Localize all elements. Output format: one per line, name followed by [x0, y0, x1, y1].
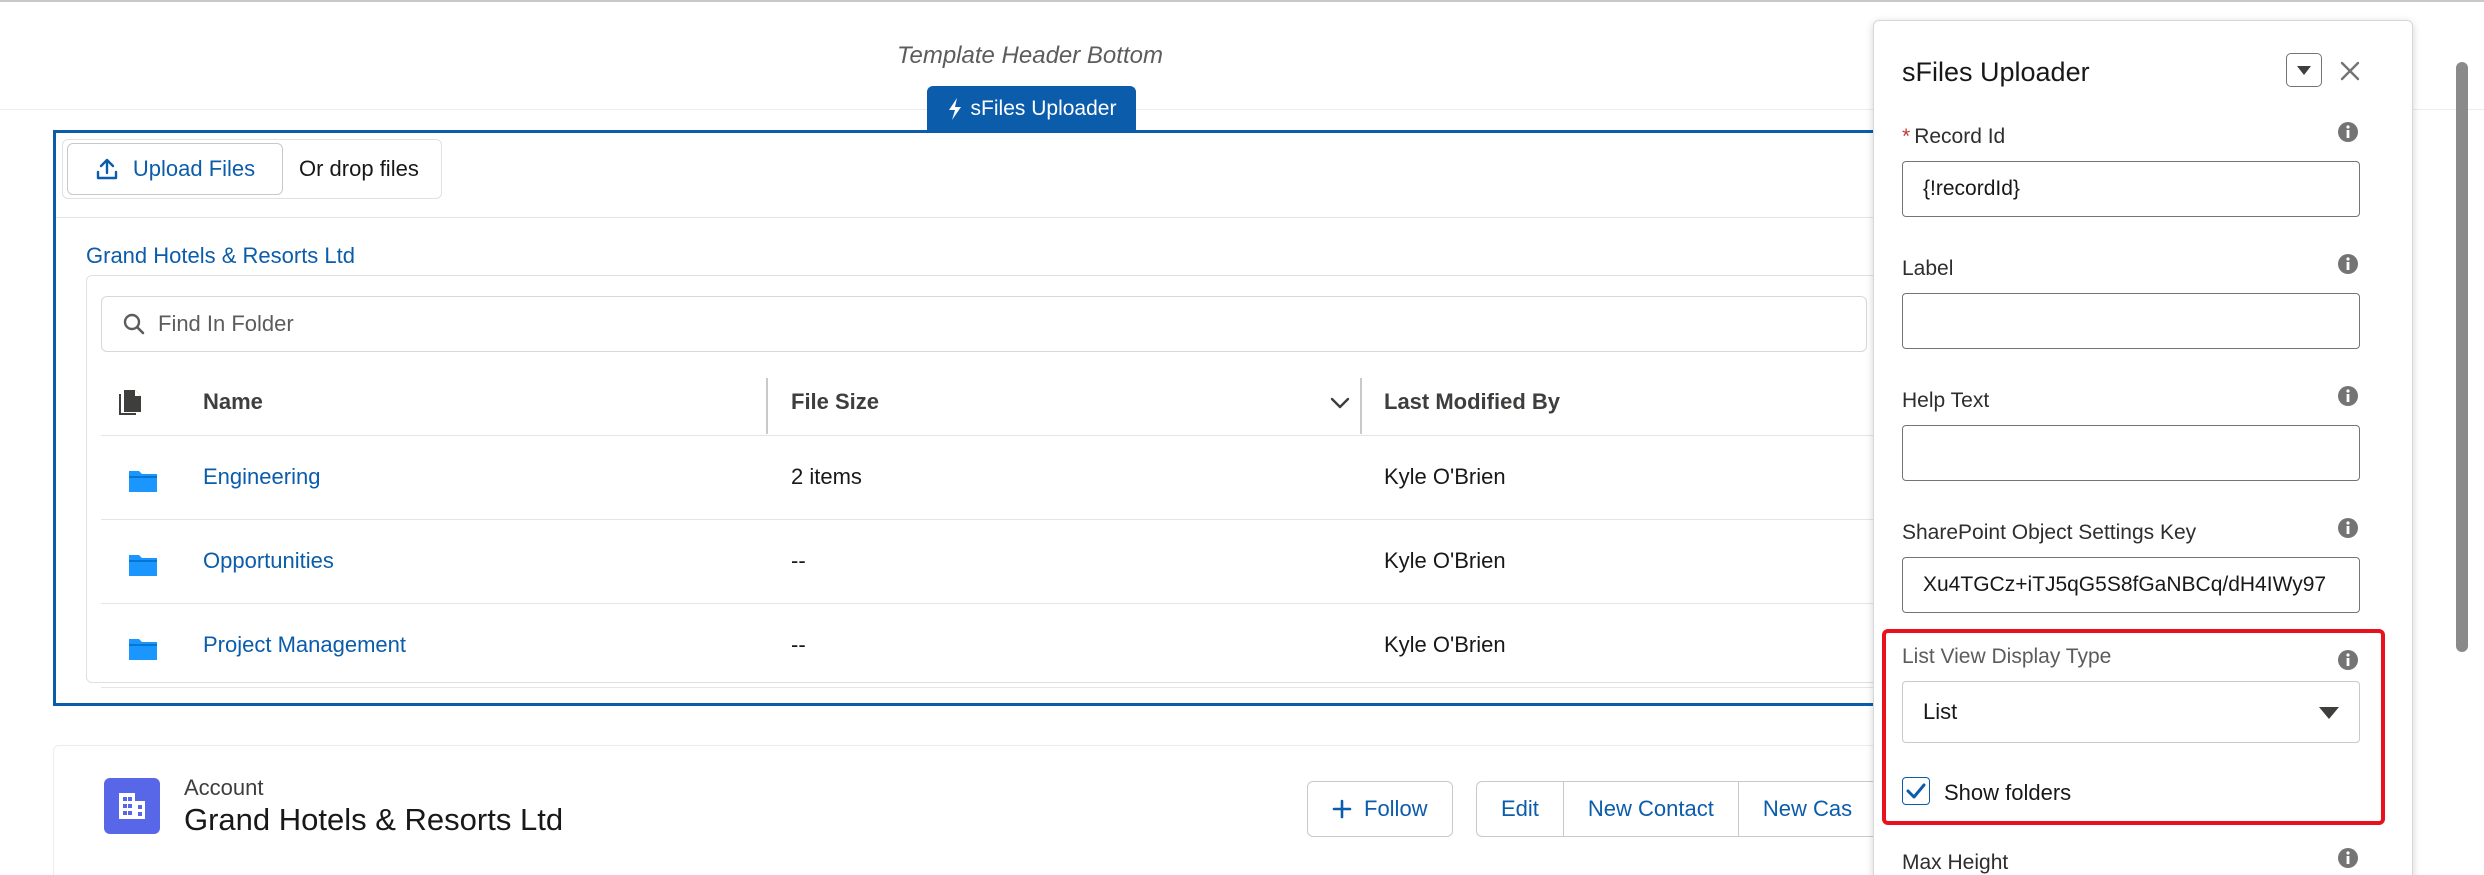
component-properties-panel: sFiles Uploader *Record Id Label Help Te… [1873, 20, 2413, 875]
upload-files-label: Upload Files [132, 156, 256, 181]
account-header-card: Account Grand Hotels & Resorts Ltd Follo… [53, 745, 1953, 875]
info-icon[interactable] [2337, 385, 2359, 407]
upload-bar: Upload Files Or drop files [62, 139, 442, 199]
plus-icon [1332, 799, 1352, 819]
checkmark-icon [1906, 783, 1926, 799]
edit-button[interactable]: Edit [1477, 782, 1563, 836]
follow-button-group: Follow [1307, 781, 1453, 837]
display-type-value: List [1923, 699, 1958, 724]
lightning-icon [948, 98, 961, 120]
column-header-name[interactable]: Name [203, 368, 263, 436]
chevron-down-icon[interactable] [1329, 392, 1351, 414]
record-type-label: Account [184, 775, 264, 800]
info-icon[interactable] [2337, 517, 2359, 539]
documents-icon [119, 390, 141, 415]
new-contact-button[interactable]: New Contact [1562, 782, 1738, 836]
info-icon[interactable] [2337, 649, 2359, 671]
upload-files-button[interactable]: Upload Files [67, 143, 283, 195]
search-input[interactable] [158, 311, 1758, 337]
folder-name-link[interactable]: Engineering [203, 464, 320, 490]
last-modified-by: Kyle O'Brien [1384, 632, 1506, 657]
column-header-file-size[interactable]: File Size [791, 368, 879, 436]
folder-panel: Name File Size Last Modified By Engineer… [86, 275, 1957, 688]
file-size: -- [791, 548, 806, 573]
settings-key-label: SharePoint Object Settings Key [1902, 521, 2197, 544]
display-type-label: List View Display Type [1902, 645, 2112, 668]
last-modified-by: Kyle O'Brien [1384, 548, 1506, 573]
search-icon [123, 313, 145, 335]
label-field-label: Label [1902, 257, 1954, 280]
caret-down-icon [2319, 707, 2339, 719]
show-folders-checkbox[interactable] [1902, 777, 1930, 805]
table-row[interactable]: Opportunities -- Kyle O'Brien [101, 520, 1957, 604]
action-button-group: Edit New Contact New Cas [1476, 781, 1877, 837]
building-icon [119, 793, 145, 819]
table-row[interactable]: Engineering 2 items Kyle O'Brien [101, 436, 1957, 520]
close-button[interactable] [2334, 55, 2366, 87]
uploader-component: Upload Files Or drop files Grand Hotels … [53, 130, 1957, 706]
collapse-button[interactable] [2286, 53, 2322, 87]
label-input[interactable] [1902, 293, 2360, 349]
record-id-label: * Record Id [1902, 125, 2006, 148]
folder-name-link[interactable]: Opportunities [203, 548, 334, 574]
component-tab[interactable]: sFiles Uploader [927, 86, 1136, 132]
select-all-files-header[interactable] [117, 368, 143, 436]
column-resizer[interactable] [1360, 378, 1362, 434]
follow-label: Follow [1364, 796, 1428, 821]
new-case-button[interactable]: New Cas [1737, 782, 1876, 836]
table-header: Name File Size Last Modified By [101, 368, 1957, 436]
display-type-select[interactable]: List [1902, 681, 2360, 743]
settings-key-input[interactable] [1902, 557, 2360, 613]
folder-icon [129, 639, 157, 660]
folder-name-link[interactable]: Project Management [203, 632, 406, 658]
info-icon[interactable] [2337, 253, 2359, 275]
column-resizer[interactable] [766, 378, 768, 434]
info-icon[interactable] [2337, 121, 2359, 143]
record-name: Grand Hotels & Resorts Ltd [184, 802, 564, 837]
folder-icon [129, 555, 157, 576]
divider [56, 217, 1956, 218]
breadcrumb[interactable]: Grand Hotels & Resorts Ltd [86, 243, 355, 269]
max-height-label: Max Height [1902, 851, 2009, 874]
show-folders-label: Show folders [1944, 780, 2072, 805]
help-text-label: Help Text [1902, 389, 1990, 412]
caret-down-icon [2297, 66, 2311, 75]
panel-title: sFiles Uploader [1902, 57, 2090, 87]
follow-button[interactable]: Follow [1308, 782, 1452, 836]
file-size: -- [791, 632, 806, 657]
required-marker: * [1902, 125, 1911, 148]
component-tab-label: sFiles Uploader [970, 97, 1117, 120]
account-icon [104, 778, 160, 834]
upload-icon [96, 158, 118, 180]
file-size: 2 items [791, 464, 862, 489]
folder-icon [129, 471, 157, 492]
column-header-last-modified[interactable]: Last Modified By [1384, 368, 1560, 436]
record-id-input[interactable] [1902, 161, 2360, 217]
close-icon [2340, 61, 2360, 81]
table-row[interactable]: Project Management -- Kyle O'Brien [101, 604, 1957, 688]
last-modified-by: Kyle O'Brien [1384, 464, 1506, 489]
scrollbar-thumb[interactable] [2456, 62, 2468, 652]
template-header-title: Template Header Bottom [897, 42, 1163, 69]
info-icon[interactable] [2337, 847, 2359, 869]
drop-files-text: Or drop files [299, 156, 419, 181]
help-text-input[interactable] [1902, 425, 2360, 481]
search-box[interactable] [101, 296, 1867, 352]
